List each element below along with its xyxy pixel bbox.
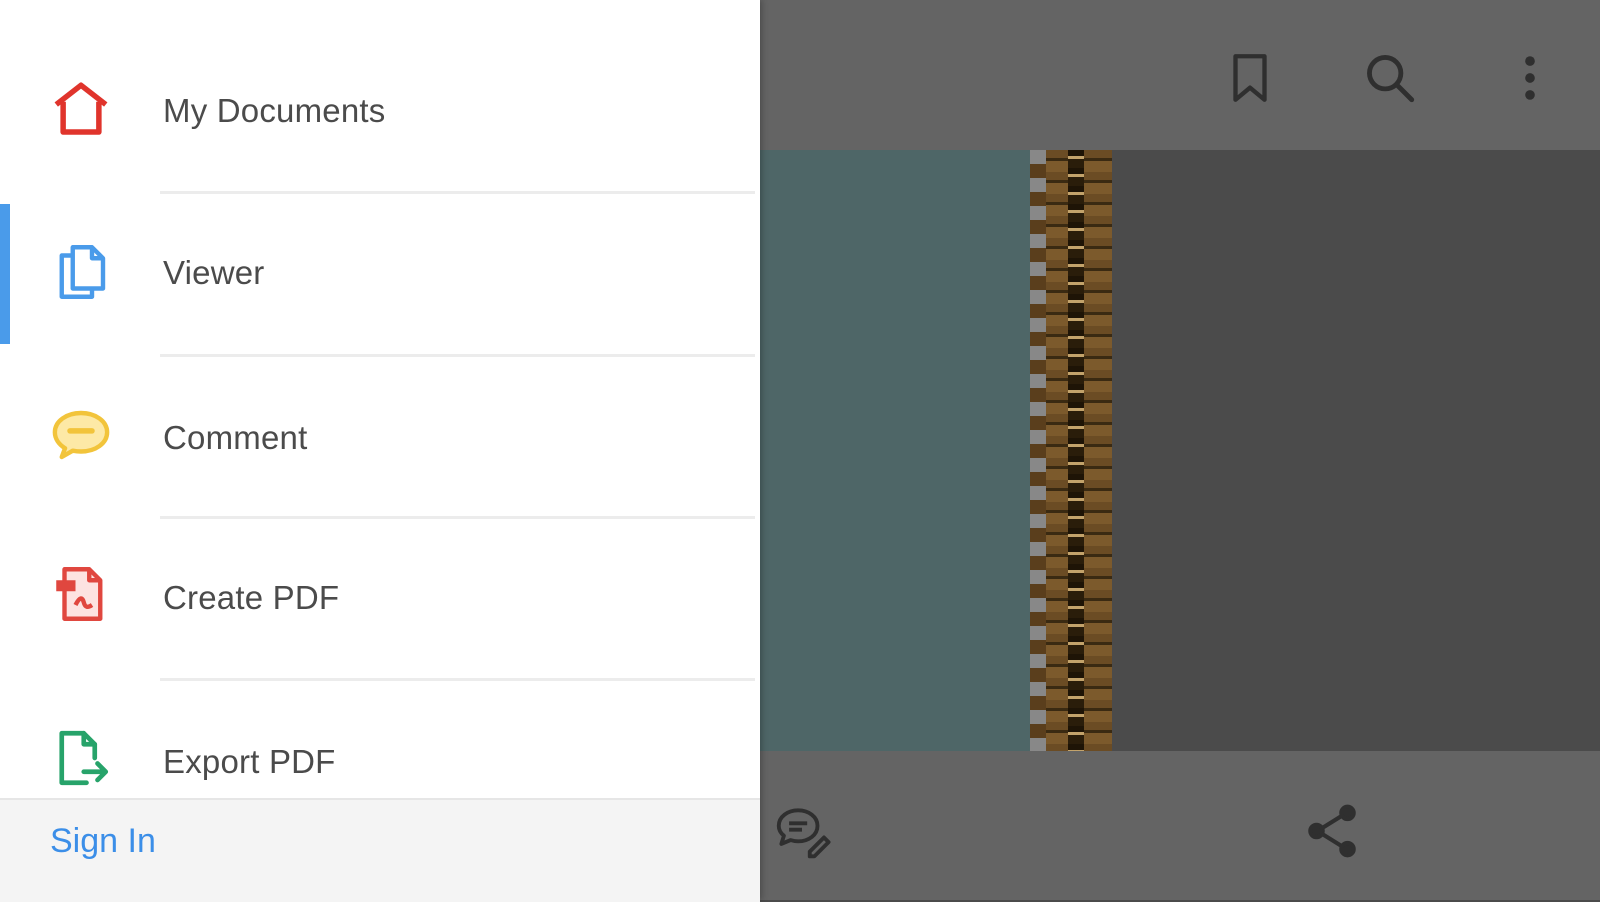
navigation-drawer: My Documents Viewer Comment Create PDF E…	[0, 0, 760, 902]
page-border-inner	[1068, 150, 1084, 751]
drawer-nav-list: My Documents Viewer Comment Create PDF E…	[0, 0, 760, 798]
more-vertical-icon	[1525, 56, 1535, 100]
search-icon	[1367, 55, 1415, 103]
nav-label: Create PDF	[163, 579, 340, 616]
sign-in-link[interactable]: Sign In	[50, 822, 156, 861]
bookmark-icon	[1233, 54, 1267, 102]
nav-item-export-pdf[interactable]: Export PDF	[0, 681, 760, 798]
documents-icon	[48, 239, 114, 305]
comment-bubble-icon	[48, 402, 114, 468]
nav-item-create-pdf[interactable]: Create PDF	[0, 519, 760, 682]
nav-label: Export PDF	[163, 743, 336, 780]
more-options-button[interactable]	[1490, 38, 1570, 118]
home-icon	[48, 77, 114, 143]
export-pdf-icon	[48, 725, 114, 791]
comment-edit-icon	[776, 808, 831, 859]
nav-item-comment[interactable]: Comment	[0, 357, 760, 520]
bookmark-button[interactable]	[1210, 38, 1290, 118]
drawer-footer: Sign In	[0, 798, 760, 902]
nav-item-my-documents[interactable]: My Documents	[0, 30, 760, 193]
nav-label: My Documents	[163, 92, 386, 129]
active-indicator	[0, 204, 10, 344]
share-icon	[1308, 804, 1356, 858]
nav-item-viewer[interactable]: Viewer	[0, 194, 760, 357]
search-button[interactable]	[1350, 38, 1430, 118]
share-button[interactable]	[1292, 791, 1372, 871]
create-pdf-icon	[48, 561, 114, 627]
page-border-edge	[1030, 150, 1046, 751]
comment-tool-button[interactable]	[762, 791, 842, 871]
nav-label: Comment	[163, 419, 308, 456]
nav-label: Viewer	[163, 254, 265, 291]
